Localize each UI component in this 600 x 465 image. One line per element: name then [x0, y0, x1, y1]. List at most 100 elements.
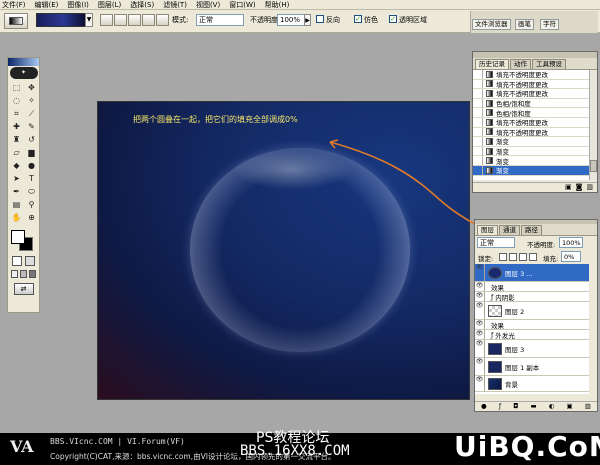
menu-file[interactable]: 文件(F)	[2, 0, 26, 9]
diamond-gradient-button[interactable]	[156, 14, 169, 26]
trash-icon[interactable]: ▥	[586, 183, 593, 192]
gradient-dropdown-arrow[interactable]: ▼	[85, 13, 93, 27]
history-item[interactable]: 渐变	[473, 137, 589, 147]
history-item[interactable]: 色相/饱和度	[473, 108, 589, 118]
document-canvas[interactable]: 把两个圆叠在一起，把它们的填充全部调成0%	[97, 101, 470, 400]
visibility-eye-icon[interactable]: 👁	[475, 264, 485, 281]
visibility-eye-icon[interactable]: 👁	[475, 320, 485, 329]
screen-mode-full-icon[interactable]	[29, 270, 36, 278]
blend-mode-select[interactable]: 正常	[477, 237, 515, 248]
move-tool-icon[interactable]: ✥	[26, 82, 37, 93]
dither-checkbox[interactable]: ✓	[354, 15, 362, 23]
linear-gradient-button[interactable]	[100, 14, 113, 26]
dock-tab-brushes[interactable]: 画笔	[515, 19, 534, 30]
menu-layer[interactable]: 图层(L)	[98, 0, 121, 9]
lock-position-icon[interactable]	[519, 253, 527, 261]
radial-gradient-button[interactable]	[114, 14, 127, 26]
opacity-slider-arrow[interactable]: ▶	[304, 14, 311, 26]
mode-select[interactable]: 正常	[196, 14, 244, 26]
menu-select[interactable]: 选择(S)	[130, 0, 154, 9]
visibility-eye-icon[interactable]: 👁	[475, 282, 485, 291]
gradient-swatch[interactable]	[36, 13, 86, 27]
dock-tab-character[interactable]: 字符	[540, 19, 559, 30]
dodge-tool-icon[interactable]: ●	[26, 160, 37, 171]
foreground-color-swatch[interactable]	[11, 230, 25, 244]
fill-input[interactable]: 0%	[561, 251, 581, 262]
blur-tool-icon[interactable]: ◆	[11, 160, 22, 171]
quick-mask-mode-icon[interactable]	[25, 256, 35, 266]
history-scrollbar[interactable]	[589, 70, 597, 180]
stamp-tool-icon[interactable]: ♜	[11, 134, 22, 145]
new-layer-icon[interactable]: ▣	[566, 402, 572, 411]
eraser-tool-icon[interactable]: ▱	[11, 147, 22, 158]
gradient-tool-button-icon[interactable]: ▆	[26, 147, 37, 158]
tab-paths[interactable]: 路径	[521, 225, 542, 235]
history-item[interactable]: 渐变	[473, 156, 589, 166]
shape-tool-icon[interactable]: ⬭	[26, 186, 37, 197]
menu-edit[interactable]: 编辑(E)	[35, 0, 59, 9]
visibility-eye-icon[interactable]: 👁	[475, 330, 485, 339]
path-selection-tool-icon[interactable]: ➤	[11, 173, 22, 184]
history-item[interactable]: 色相/饱和度	[473, 98, 589, 109]
menu-image[interactable]: 图像(I)	[67, 0, 89, 9]
visibility-eye-icon[interactable]: 👁	[475, 358, 485, 375]
tab-tool-presets[interactable]: 工具预设	[532, 59, 566, 69]
notes-tool-icon[interactable]: ▤	[11, 199, 22, 210]
adobe-online-icon[interactable]: ✦	[9, 67, 38, 79]
slice-tool-icon[interactable]: ⟋	[26, 108, 37, 119]
effect-row-inner-shadow[interactable]: 👁 ƒ 内阴影	[475, 292, 589, 302]
tab-history[interactable]: 历史记录	[475, 59, 509, 69]
effects-row[interactable]: 👁 效果	[475, 320, 589, 330]
healing-brush-tool-icon[interactable]: ✚	[11, 121, 22, 132]
visibility-eye-icon[interactable]: 👁	[475, 302, 485, 319]
history-item-active[interactable]: 渐变	[473, 165, 589, 176]
history-item[interactable]: 填充不透明度更改	[473, 70, 589, 80]
eyedropper-tool-icon[interactable]: ⚲	[26, 199, 37, 210]
tab-channels[interactable]: 通道	[499, 225, 520, 235]
delete-layer-icon[interactable]: ▥	[585, 402, 591, 411]
folder-icon[interactable]: ▬	[530, 402, 536, 411]
link-icon[interactable]: ●	[481, 402, 487, 411]
lasso-tool-icon[interactable]: ◌	[11, 95, 22, 106]
imageready-jump-icon[interactable]: ⇄	[13, 283, 34, 295]
opacity-input[interactable]: 100%	[277, 14, 305, 26]
visibility-eye-icon[interactable]: 👁	[475, 376, 485, 391]
menu-filter[interactable]: 滤镜(T)	[163, 0, 187, 9]
hand-tool-icon[interactable]: ✋	[11, 212, 22, 223]
toolbox-titlebar[interactable]	[8, 58, 39, 66]
history-item[interactable]: 填充不透明度更改	[473, 89, 589, 99]
tab-actions[interactable]: 动作	[510, 59, 531, 69]
layer-row-background[interactable]: 👁 背景	[475, 376, 589, 392]
dock-tab-file-browser[interactable]: 文件浏览器	[472, 19, 511, 30]
effect-row-outer-glow[interactable]: 👁 ƒ 外发光	[475, 330, 589, 340]
lock-all-icon[interactable]	[529, 253, 537, 261]
adjustment-layer-icon[interactable]: ◐	[549, 402, 555, 411]
layer-opacity-input[interactable]: 100%	[559, 237, 583, 248]
marquee-tool-icon[interactable]: ⬚	[11, 82, 22, 93]
transparency-checkbox[interactable]: ✓	[389, 15, 397, 23]
layer-row-selected[interactable]: 👁 图层 3 ...	[475, 264, 589, 282]
history-item[interactable]: 渐变	[473, 146, 589, 157]
history-scroll-thumb[interactable]	[590, 160, 597, 172]
standard-mode-icon[interactable]	[12, 256, 22, 266]
history-item[interactable]: 填充不透明度更改	[473, 79, 589, 90]
pen-tool-icon[interactable]: ✒	[11, 186, 22, 197]
reflected-gradient-button[interactable]	[142, 14, 155, 26]
type-tool-icon[interactable]: T	[26, 173, 37, 184]
history-item[interactable]: 填充不透明度更改	[473, 117, 589, 128]
history-brush-tool-icon[interactable]: ↺	[26, 134, 37, 145]
lock-transparency-icon[interactable]	[499, 253, 507, 261]
screen-mode-standard-icon[interactable]	[11, 270, 18, 278]
crop-tool-icon[interactable]: ⌗	[11, 108, 22, 119]
tab-layers[interactable]: 图层	[477, 225, 498, 235]
history-item[interactable]: 填充不透明度更改	[473, 127, 589, 138]
layer-row[interactable]: 👁 图层 2	[475, 302, 589, 320]
menu-view[interactable]: 视图(V)	[196, 0, 220, 9]
new-snapshot-icon[interactable]: ◙	[576, 183, 583, 192]
angle-gradient-button[interactable]	[128, 14, 141, 26]
reverse-checkbox[interactable]	[316, 15, 324, 23]
brush-tool-icon[interactable]: ✎	[26, 121, 37, 132]
visibility-eye-icon[interactable]: 👁	[475, 292, 485, 301]
screen-mode-full-menu-icon[interactable]	[20, 270, 27, 278]
zoom-tool-icon[interactable]: ⊕	[26, 212, 37, 223]
